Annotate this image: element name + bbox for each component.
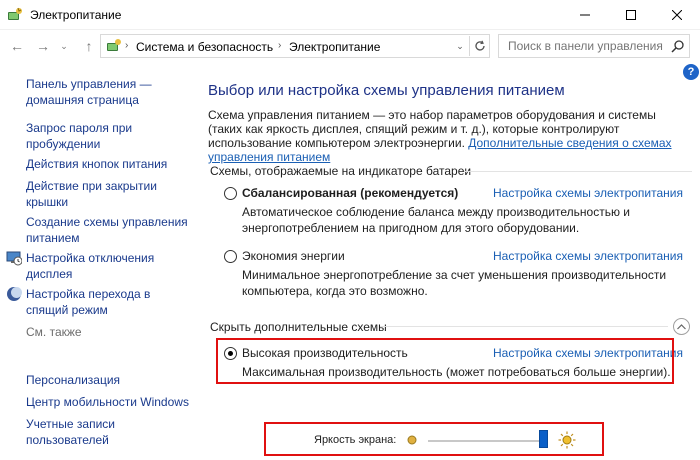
chevron-down-icon: ⌄ [456, 40, 464, 51]
title-bar: Электропитание [0, 0, 700, 30]
sidebar-link-lid-close[interactable]: Действие при закрытии крышки [26, 178, 194, 210]
sidebar-link-create-plan[interactable]: Создание схемы управления питанием [26, 214, 194, 246]
plan-balanced-radio[interactable] [224, 187, 237, 200]
sidebar-link-power-buttons[interactable]: Действия кнопок питания [26, 156, 194, 172]
arrow-up-icon: ↑ [85, 38, 93, 54]
plan-power-saver-settings-link[interactable]: Настройка схемы электропитания [493, 249, 683, 263]
collapse-button[interactable] [673, 318, 690, 335]
arrow-right-icon: → [36, 38, 50, 54]
chevron-right-icon: › [278, 40, 282, 51]
highlight-box [216, 338, 674, 384]
chevron-down-icon: ⌄ [60, 40, 68, 51]
see-also-heading: См. также [26, 325, 82, 339]
monitor-clock-icon [6, 251, 22, 266]
sidebar-link-sleep[interactable]: Настройка перехода в спящий режим [26, 286, 194, 318]
sidebar: Панель управления — домашняя страница За… [0, 62, 196, 460]
control-panel-icon [107, 39, 121, 51]
sidebar-link-personalization[interactable]: Персонализация [26, 372, 194, 388]
maximize-button[interactable] [608, 0, 654, 30]
maximize-icon [626, 10, 636, 20]
plan-power-saver-name[interactable]: Экономия энергии [242, 249, 345, 263]
back-button[interactable]: ← [8, 37, 26, 55]
brightness-label: Яркость экрана: [314, 434, 397, 446]
brightness-high-icon [558, 431, 576, 449]
address-dropdown-button[interactable]: ⌄ [453, 38, 467, 54]
address-row: ← → ⌄ ↑ › Система и безопасность › Элект… [0, 30, 700, 62]
help-icon[interactable]: ? [683, 64, 699, 80]
breadcrumb-power-options[interactable]: Электропитание [289, 40, 380, 54]
arrow-left-icon: ← [10, 38, 24, 54]
window-title: Электропитание [30, 8, 122, 22]
power-options-icon [8, 7, 22, 20]
brightness-low-icon [407, 435, 417, 445]
sidebar-link-mobility-center[interactable]: Центр мобильности Windows [26, 394, 194, 410]
brightness-slider-track[interactable] [428, 440, 548, 442]
address-bar[interactable]: › Система и безопасность › Электропитани… [100, 34, 490, 58]
brightness-slider-thumb[interactable] [539, 430, 548, 448]
up-button[interactable]: ↑ [80, 37, 98, 55]
section-divider [464, 171, 692, 172]
plan-balanced-name[interactable]: Сбалансированная (рекомендуется) [242, 186, 458, 200]
section-divider [380, 326, 668, 327]
close-icon [672, 10, 682, 20]
sidebar-link-user-accounts[interactable]: Учетные записи пользователей [26, 416, 194, 448]
plan-balanced-label[interactable]: Сбалансированная (рекомендуется) [242, 186, 458, 200]
main-content: ? Выбор или настройка схемы управления п… [196, 62, 700, 460]
intro-text: Схема управления питанием — это набор па… [208, 108, 688, 164]
forward-button[interactable]: → [34, 37, 52, 55]
search-box[interactable] [498, 34, 690, 58]
refresh-button[interactable] [469, 36, 489, 56]
sidebar-link-control-panel-home[interactable]: Панель управления — домашняя страница [26, 76, 194, 108]
plan-power-saver-description: Минимальное энергопотребление за счет ум… [242, 268, 667, 298]
refresh-icon [474, 40, 485, 51]
chevron-right-icon: › [125, 40, 129, 51]
minimize-icon [580, 14, 590, 16]
sidebar-link-wakeup-password[interactable]: Запрос пароля при пробуждении [26, 120, 194, 152]
battery-schemes-heading: Схемы, отображаемые на индикаторе батаре… [210, 164, 472, 178]
plan-balanced-description: Автоматическое соблюдение баланса между … [242, 205, 631, 235]
recent-locations-button[interactable]: ⌄ [58, 37, 70, 55]
sidebar-link-display-off[interactable]: Настройка отключения дисплея [26, 250, 194, 282]
search-input[interactable] [499, 35, 667, 57]
hide-additional-schemes-heading: Скрыть дополнительные схемы [210, 320, 387, 334]
breadcrumb-system-security[interactable]: Система и безопасность [136, 40, 273, 54]
page-title: Выбор или настройка схемы управления пит… [208, 82, 565, 99]
minimize-button[interactable] [562, 0, 608, 30]
plan-balanced-settings-link[interactable]: Настройка схемы электропитания [493, 186, 683, 200]
plan-power-saver-radio[interactable] [224, 250, 237, 263]
moon-icon [7, 287, 22, 301]
search-icon[interactable] [671, 39, 685, 53]
chevron-up-icon [677, 323, 686, 329]
close-button[interactable] [654, 0, 700, 30]
